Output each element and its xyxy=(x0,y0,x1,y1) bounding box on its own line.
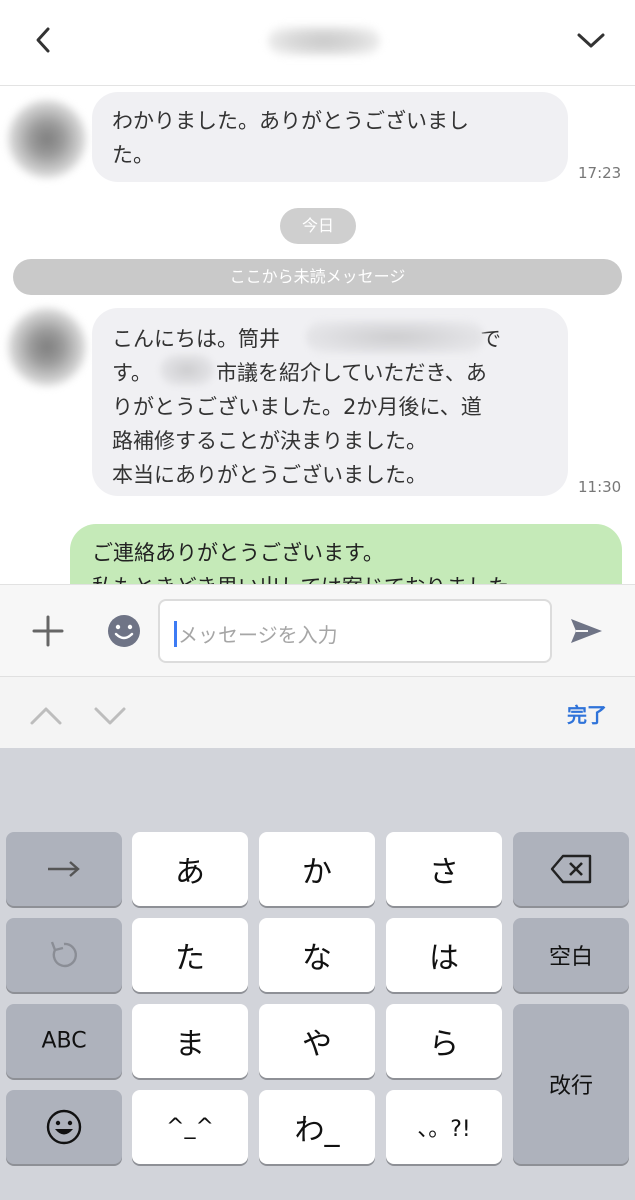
keyboard-accessory-bar: 完了 xyxy=(0,676,635,748)
message-time: 17:23 xyxy=(578,164,622,182)
chat-header xyxy=(0,0,635,86)
send-button[interactable] xyxy=(566,611,606,651)
unread-separator: ここから未読メッセージ xyxy=(13,259,622,295)
incoming-message-bubble[interactable]: わかりました。ありがとうございまし た。 xyxy=(92,92,568,182)
message-line: わかりました。ありがとうございまし xyxy=(112,109,469,133)
key-ya[interactable]: や xyxy=(259,1004,375,1078)
key-wa[interactable]: わ_ xyxy=(259,1090,375,1164)
emoji-icon xyxy=(46,1109,82,1145)
key-sa[interactable]: さ xyxy=(386,832,502,906)
avatar[interactable] xyxy=(8,308,86,386)
message-time: 11:30 xyxy=(578,478,622,496)
abc-key[interactable]: ABC xyxy=(6,1004,122,1078)
date-separator: 今日 xyxy=(280,208,356,244)
space-key[interactable]: 空白 xyxy=(513,918,629,992)
message-input-bar: メッセージを入力 xyxy=(0,584,635,676)
done-button[interactable]: 完了 xyxy=(567,699,607,728)
message-line: 路補修することが決まりました。 xyxy=(112,429,427,453)
chevron-left-icon xyxy=(36,27,50,53)
text-caret xyxy=(174,621,177,647)
menu-toggle-button[interactable] xyxy=(573,22,609,58)
backspace-key[interactable] xyxy=(513,832,629,906)
punctuation-key[interactable]: 、。?! xyxy=(386,1090,502,1164)
back-button[interactable] xyxy=(26,22,62,58)
send-icon xyxy=(571,619,602,643)
previous-field-button[interactable] xyxy=(28,697,64,733)
key-ma[interactable]: ま xyxy=(132,1004,248,1078)
next-field-button[interactable] xyxy=(92,697,128,733)
redacted-text xyxy=(160,354,214,386)
key-ra[interactable]: ら xyxy=(386,1004,502,1078)
message-line: りがとうございました。2か月後に、道 xyxy=(112,395,482,419)
arrow-key[interactable] xyxy=(6,832,122,906)
plus-icon xyxy=(32,615,64,647)
key-ha[interactable]: は xyxy=(386,918,502,992)
kaomoji-key[interactable]: ^_^ xyxy=(132,1090,248,1164)
key-ta[interactable]: た xyxy=(132,918,248,992)
chevron-down-icon xyxy=(577,33,605,48)
chevron-up-icon xyxy=(30,707,62,725)
key-a[interactable]: あ xyxy=(132,832,248,906)
chevron-down-icon xyxy=(94,707,126,725)
add-button[interactable] xyxy=(28,611,68,651)
smiley-icon xyxy=(108,615,140,647)
message-line: た。 xyxy=(112,143,154,167)
outgoing-message-bubble[interactable]: ご連絡ありがとうございます。 私もときどき思い出しては案じておりました xyxy=(70,524,622,584)
avatar[interactable] xyxy=(8,100,86,178)
message-line: 私もときどき思い出しては案じておりました xyxy=(92,570,600,584)
key-ka[interactable]: か xyxy=(259,832,375,906)
message-line: ご連絡ありがとうございます。 xyxy=(92,541,384,565)
emoji-key[interactable] xyxy=(6,1090,122,1164)
undo-icon xyxy=(50,941,77,968)
message-input[interactable]: メッセージを入力 xyxy=(158,599,552,663)
redacted-text xyxy=(306,320,484,354)
message-line: 本当にありがとうございました。 xyxy=(112,463,427,487)
message-input-placeholder: メッセージを入力 xyxy=(178,623,338,647)
contact-name-blurred xyxy=(268,26,380,56)
arrow-right-icon xyxy=(48,861,80,877)
key-na[interactable]: な xyxy=(259,918,375,992)
japanese-flick-keyboard: あ か さ た な は 空白 ABC ま や ら 改行 ^_^ わ_ 、。?! xyxy=(0,748,635,1200)
return-key[interactable]: 改行 xyxy=(513,1004,629,1164)
backspace-icon xyxy=(550,854,592,884)
emoji-button[interactable] xyxy=(104,611,144,651)
chat-area[interactable]: わかりました。ありがとうございまし た。 17:23 今日 ここから未読メッセー… xyxy=(0,86,635,584)
undo-key[interactable] xyxy=(6,918,122,992)
